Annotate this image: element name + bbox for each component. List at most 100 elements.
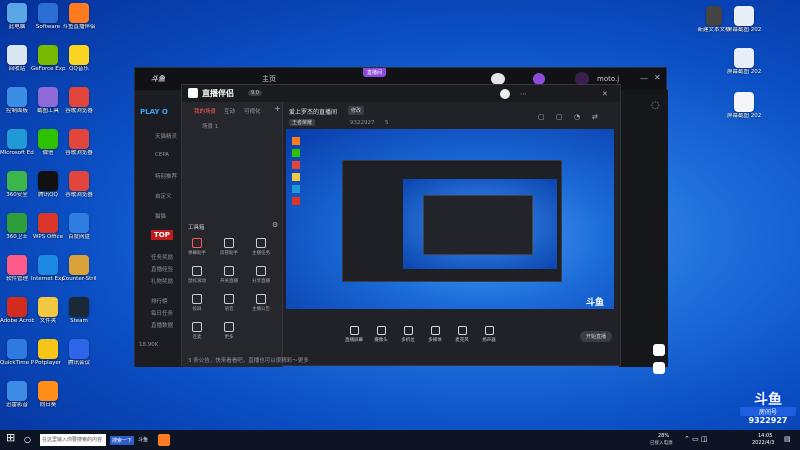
desktop-icon[interactable]: 回收站 (0, 45, 34, 73)
panel-toggle-icon[interactable] (653, 344, 665, 356)
desktop-icon[interactable]: 软件管理 (0, 255, 34, 283)
clock-date[interactable]: 2022/4/3 (752, 440, 774, 446)
tab-visual[interactable]: 可视化 (244, 107, 261, 115)
username[interactable]: moto.j (597, 75, 619, 83)
top-banner[interactable]: TOP (151, 230, 173, 240)
desktop-icon-screenshot-1[interactable]: 屏幕截图 2022... (727, 6, 761, 34)
add-scene-icon[interactable]: + (274, 105, 281, 113)
tool-button[interactable]: 分享直播 (250, 266, 272, 284)
desktop-icon[interactable]: Microsoft Edge (0, 129, 34, 157)
notification-icon[interactable]: ▤ (784, 435, 791, 443)
bell-icon[interactable]: ◔ (574, 113, 580, 121)
desktop-icon[interactable]: Adobe Acrobat (0, 297, 34, 325)
desktop-icon[interactable]: 控制面板 (0, 87, 34, 115)
desktop-icon[interactable]: Potplayer (31, 339, 65, 367)
desktop-icon[interactable]: 迅雷影音 (0, 381, 34, 409)
desktop-icon[interactable]: 谷歌浏览器 (62, 171, 96, 199)
tool-button[interactable]: 投屏 (186, 294, 208, 312)
search-icon[interactable]: ○ (24, 436, 31, 444)
desktop-icon[interactable]: 斗鱼直播伴侣 (62, 3, 96, 31)
tool-button[interactable]: 房管助手 (218, 238, 240, 256)
desktop-icon[interactable]: QuickTime Player (0, 339, 34, 367)
desktop-icon[interactable]: 360安全 (0, 171, 34, 199)
bag-icon[interactable]: ▢ (538, 113, 545, 121)
category-tag[interactable]: 王者荣耀 (289, 119, 316, 126)
taskbar-app-douyu[interactable]: 斗鱼 (138, 436, 148, 443)
control-icon (430, 326, 440, 335)
desktop-icon-label: 迅雷影音 (5, 402, 28, 408)
store-icon[interactable]: ▢ (556, 113, 563, 121)
edit-title-button[interactable]: 修改 (348, 106, 365, 115)
desktop-icon-screenshot-3[interactable]: 屏幕截图 2022... (727, 92, 761, 120)
desktop-icon[interactable]: 谷歌浏览器 (62, 129, 96, 157)
side-item[interactable]: 自定义 (155, 192, 172, 200)
desktop-icon-label: 此电脑 (8, 24, 26, 30)
douyu-app-icon[interactable] (158, 434, 170, 446)
side-play[interactable]: PLAY O (140, 108, 168, 116)
settings-icon[interactable]: ⚙ (272, 221, 278, 229)
app-icon (38, 129, 58, 149)
desktop-icon[interactable]: 微信 (31, 129, 65, 157)
follower-count: 5 (385, 120, 389, 126)
desktop-icon[interactable]: WPS Office (31, 213, 65, 241)
desktop-icon[interactable]: 谷歌浏览器 (62, 87, 96, 115)
more-icon[interactable]: ⋯ (520, 90, 527, 98)
desktop-icon[interactable]: 截图工具 (31, 87, 65, 115)
tool-button[interactable]: 鼠标滚动 (186, 266, 208, 284)
desktop-icon[interactable]: 360卫士 (0, 213, 34, 241)
desktop-icon[interactable]: 向日葵 (31, 381, 65, 409)
desktop-icon[interactable]: 腾讯QQ (31, 171, 65, 199)
desktop: 此电脑 Software斗鱼直播伴侣回收站GeForce ExperienceQQ… (0, 0, 800, 430)
tool-button[interactable]: 更多 (218, 322, 240, 340)
close-icon[interactable]: ✕ (654, 74, 661, 82)
nav-home[interactable]: 主页 (262, 74, 276, 84)
desktop-icon-new-text[interactable]: 新建文本文档 (697, 6, 731, 34)
promo-line: 每日任务 (151, 311, 174, 317)
side-item[interactable]: CEPA (155, 152, 169, 158)
desktop-icon-screenshot-2[interactable]: 屏幕截图 2022... (727, 48, 761, 76)
desktop-icon[interactable]: Software (31, 3, 65, 31)
minimize-icon[interactable]: — (640, 75, 648, 83)
tool-button[interactable]: 语音 (218, 294, 240, 312)
tab-interact[interactable]: 互动 (224, 107, 235, 115)
tab-scenes[interactable]: 我的场景 (194, 107, 216, 115)
tool-button[interactable]: 连麦 (186, 322, 208, 340)
tool-button[interactable]: 开关直播 (218, 266, 240, 284)
tool-button[interactable]: 主播公告 (250, 294, 272, 312)
clock-time[interactable]: 14:05 (758, 433, 772, 439)
side-item[interactable]: 天猫精灵 (155, 132, 177, 140)
tool-button[interactable]: 弹幕助手 (186, 238, 208, 256)
desktop-icon[interactable]: GeForce Experience (31, 45, 65, 73)
desktop-icon[interactable]: QQ音乐 (62, 45, 96, 73)
taskbar-search-button[interactable]: 搜索一下 (110, 436, 135, 445)
desktop-icon[interactable]: Internet Explorer (31, 255, 65, 283)
tool-button[interactable]: 主播任务 (250, 238, 272, 256)
taskbar-search-box[interactable]: 在这里输入你要搜索的内容 (40, 434, 106, 446)
desktop-icon[interactable]: Counter-Strike (62, 255, 96, 283)
desktop-icon[interactable]: 此电脑 (0, 3, 34, 31)
start-icon[interactable]: ⊞ (6, 432, 15, 443)
share-icon[interactable]: ⇄ (592, 113, 598, 121)
side-item[interactable]: 特别推荐 (155, 172, 177, 180)
bottom-control-button[interactable]: 扬声器 (477, 326, 501, 343)
notice-bar[interactable]: 3 条公告，快来看看吧，直播也可以很精彩～更多 (188, 356, 309, 364)
app-logo-icon (188, 88, 198, 98)
bottom-control-button[interactable]: 多媒体 (423, 326, 447, 343)
tray-icons[interactable]: ⌃ ▭ ◫ (684, 435, 708, 443)
scene-item[interactable]: 场景 1 (202, 122, 218, 130)
close-icon[interactable]: ✕ (602, 90, 608, 98)
start-live-button[interactable]: 开始直播 (580, 331, 613, 342)
desktop-icon[interactable]: Steam (62, 297, 96, 325)
side-item[interactable]: 猫猫 (155, 212, 166, 220)
desktop-icon[interactable]: 腾讯会议 (62, 339, 96, 367)
bottom-control-button[interactable]: 直播屏幕 (342, 326, 366, 343)
profile-avatar[interactable] (500, 89, 510, 99)
bottom-control-button[interactable]: 麦克风 (450, 326, 474, 343)
desktop-icon[interactable]: 百度网盘 (62, 213, 96, 241)
control-label: 摄像头 (374, 338, 388, 343)
bottom-control-button[interactable]: 摄像头 (369, 326, 393, 343)
desktop-icon[interactable]: 文件夹 (31, 297, 65, 325)
chat-icon[interactable] (653, 362, 665, 374)
gift-icon[interactable]: ◌ (651, 101, 660, 111)
bottom-control-button[interactable]: 多机位 (396, 326, 420, 343)
